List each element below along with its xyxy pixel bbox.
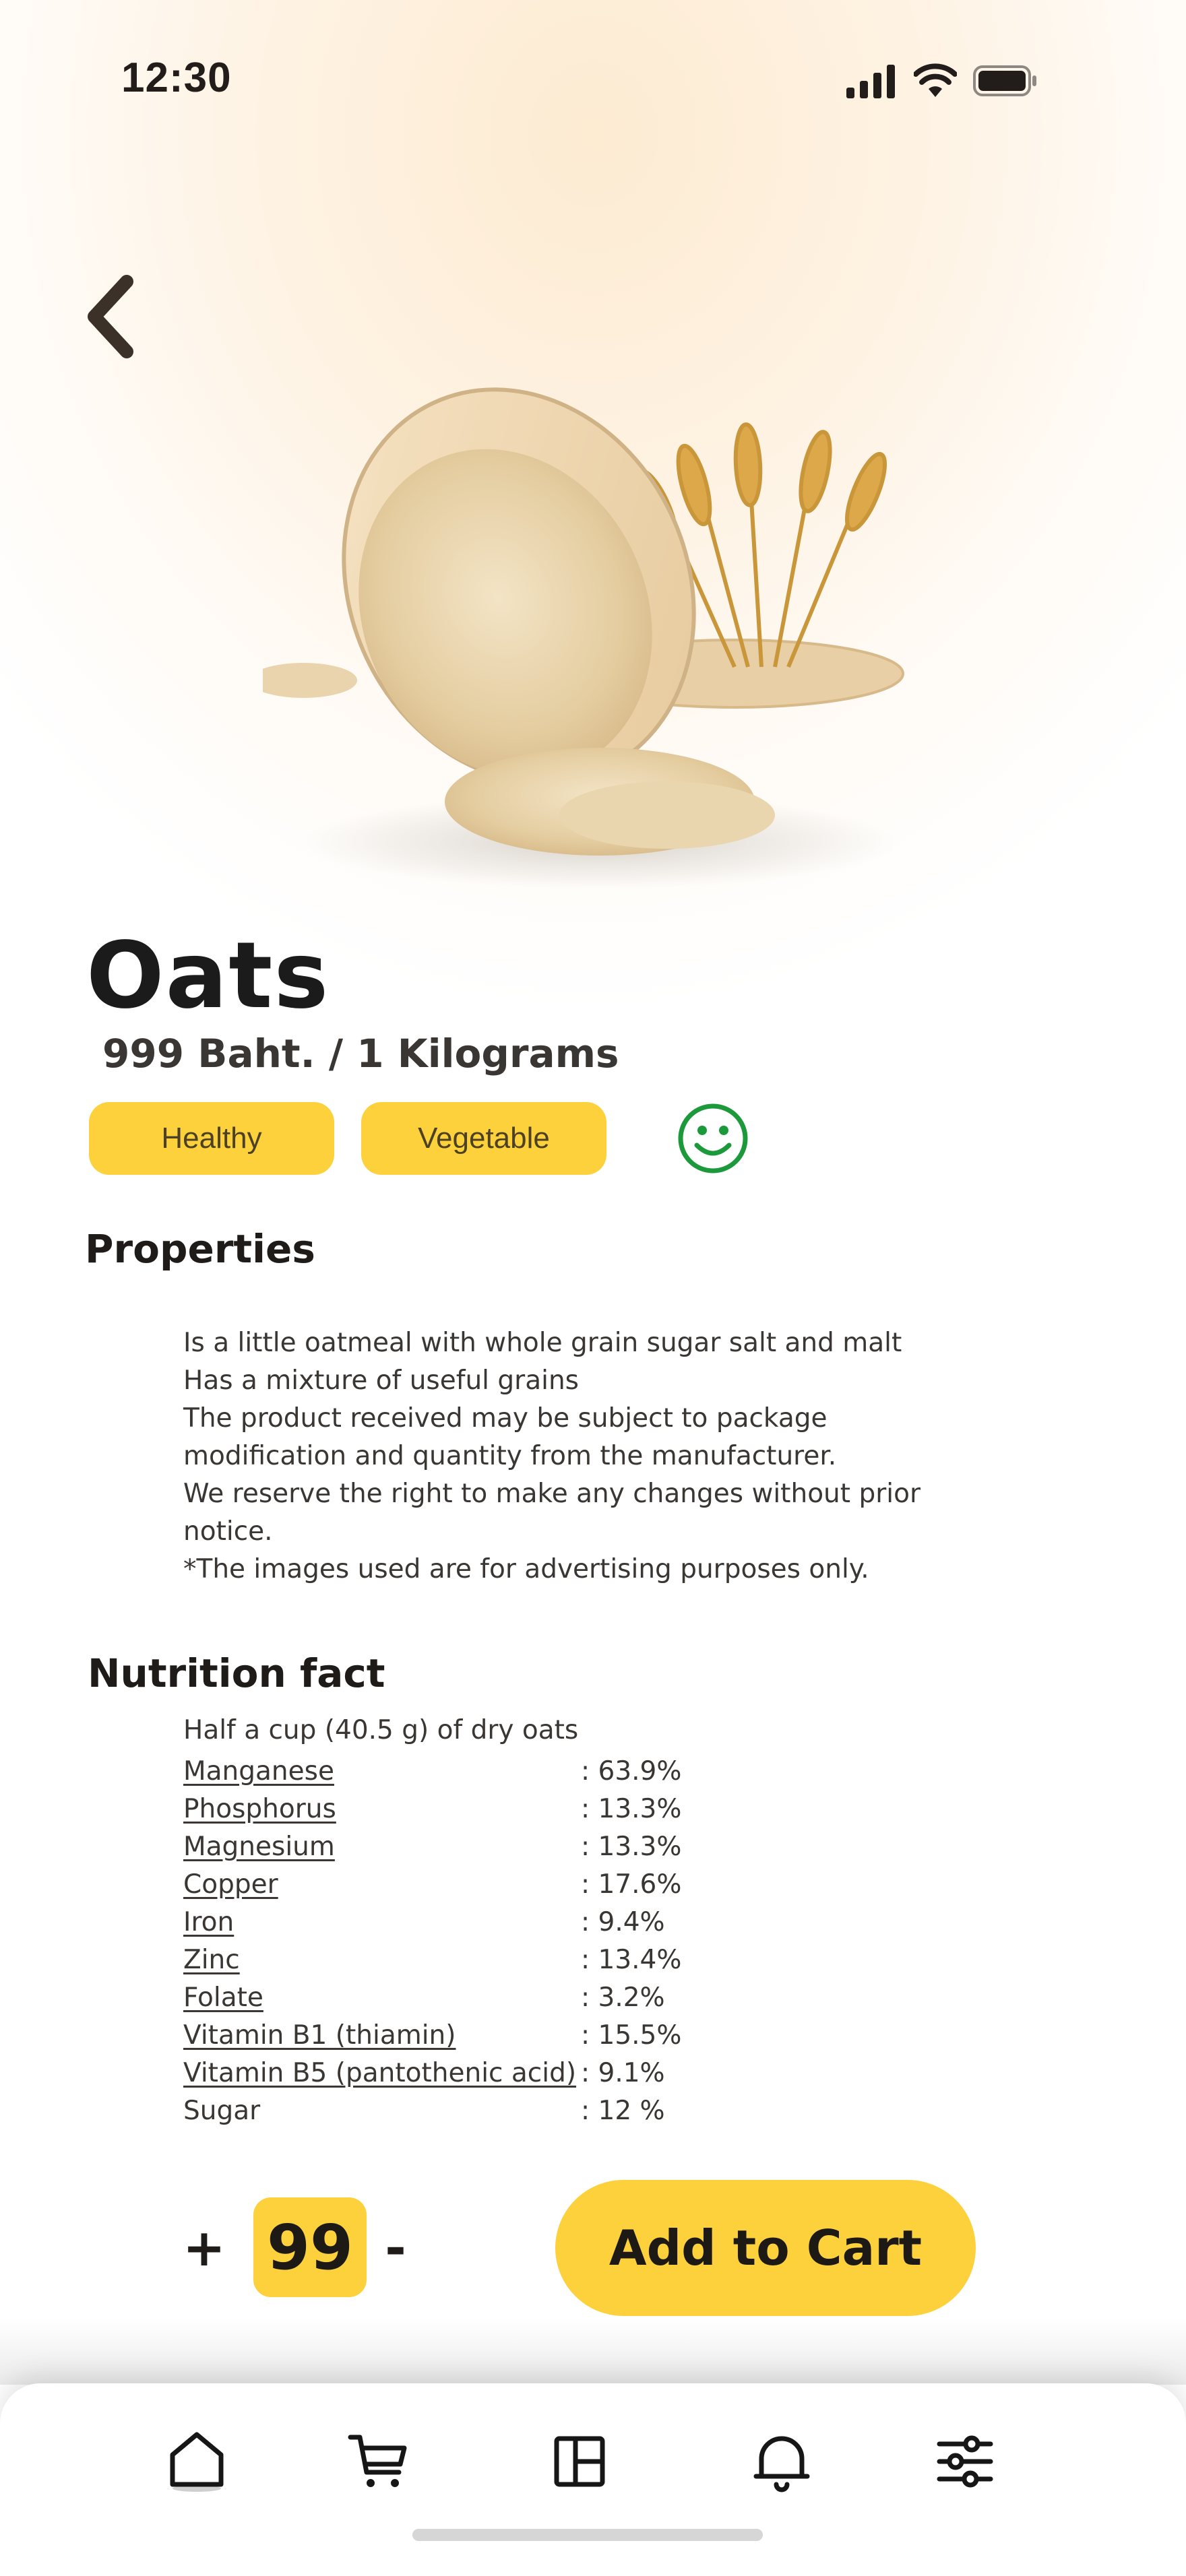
tab-notifications[interactable] [748,2428,815,2495]
properties-line: Has a mixture of useful grains [183,1365,579,1396]
tag-healthy[interactable]: Healthy [89,1102,334,1175]
nutrient-value: : 15.5% [581,2020,682,2051]
nutrient-link[interactable]: Vitamin B1 (thiamin) [183,2017,456,2055]
nutrient-value: : 3.2% [581,1983,665,2013]
filter-sliders-icon [937,2435,993,2488]
properties-line: Is a little oatmeal with whole grain sug… [183,1328,902,1358]
nutrient-value: : 9.1% [581,2058,665,2088]
nutrition-list: Manganese : 63.9% Phosphorus : 13.3% Mag… [183,1753,790,2130]
quantity-value[interactable]: 99 [253,2197,367,2297]
status-time: 12:30 [121,55,232,101]
properties-line: modification and quantity from the manuf… [183,1441,837,1471]
properties-line: We reserve the right to make any changes… [183,1479,920,1509]
layout-icon [554,2436,605,2487]
nutrient-link[interactable]: Vitamin B5 (pantothenic acid) [183,2055,576,2092]
properties-line: The product received may be subject to p… [183,1403,828,1434]
properties-line: notice. [183,1516,273,1547]
nutrition-row: Phosphorus : 13.3% [183,1791,790,1828]
tag-vegetable[interactable]: Vegetable [361,1102,606,1175]
battery-icon [973,65,1036,96]
tab-filters[interactable] [931,2428,999,2495]
nutrition-row: Vitamin B5 (pantothenic acid) : 9.1% [183,2055,790,2092]
nutrition-row: Vitamin B1 (thiamin) : 15.5% [183,2017,790,2055]
nutrient-value: : 13.3% [581,1832,682,1862]
nutrition-row: Sugar : 12 % [183,2092,790,2130]
nutrition-row: Magnesium : 13.3% [183,1828,790,1866]
nutrient-link[interactable]: Magnesium [183,1828,335,1866]
status-bar: 12:30 [0,0,1186,162]
nutrition-heading: Nutrition fact [88,1650,385,1696]
tab-home[interactable] [163,2428,230,2495]
nutrient-link[interactable]: Copper [183,1866,278,1904]
home-icon [170,2432,224,2492]
nutrient-link[interactable]: Zinc [183,1941,240,1979]
nutrient-value: : 63.9% [581,1756,682,1786]
add-to-cart-button[interactable]: Add to Cart [555,2180,976,2316]
quantity-decrease-button[interactable]: - [372,2214,419,2281]
nutrition-row: Iron : 9.4% [183,1904,790,1941]
nutrition-row: Folate : 3.2% [183,1979,790,2017]
back-button[interactable] [74,269,148,364]
cart-icon [348,2435,407,2487]
bell-icon [753,2436,810,2492]
home-indicator [412,2529,763,2541]
nutrient-link[interactable]: Folate [183,1979,263,2017]
quantity-increase-button[interactable]: + [181,2214,228,2281]
properties-heading: Properties [85,1226,315,1272]
nutrient-link[interactable]: Iron [183,1904,234,1941]
properties-description: Is a little oatmeal with whole grain sug… [183,1324,978,1588]
nutrient-value: : 12 % [581,2096,665,2126]
product-title: Oats [86,923,330,1029]
nutrient-value: : 13.4% [581,1945,682,1975]
product-price: 999 Baht. / 1 Kilograms [102,1031,619,1076]
product-image [263,387,904,889]
tab-layout[interactable] [546,2428,613,2495]
tab-cart[interactable] [345,2428,412,2495]
nutrition-row: Copper : 17.6% [183,1866,790,1904]
nutrient-value: : 13.3% [581,1794,682,1824]
nutrition-row: Manganese : 63.9% [183,1753,790,1791]
nutrient-value: : 9.4% [581,1907,665,1937]
smiley-icon[interactable] [677,1102,749,1175]
bottom-fade [0,2317,1186,2385]
nutrient-value: : 17.6% [581,1869,682,1900]
nutrient-link[interactable]: Phosphorus [183,1791,336,1828]
wifi-icon [914,63,957,97]
illustration-oats [445,748,775,856]
nutrient-name: Sugar [183,2096,261,2126]
chevron-left-icon [88,275,133,358]
nutrition-row: Zinc : 13.4% [183,1941,790,1979]
nutrition-serving: Half a cup (40.5 g) of dry oats [183,1715,579,1745]
properties-line: *The images used are for advertising pur… [183,1554,869,1584]
nutrient-link[interactable]: Manganese [183,1753,334,1791]
signal-icon [846,65,895,98]
